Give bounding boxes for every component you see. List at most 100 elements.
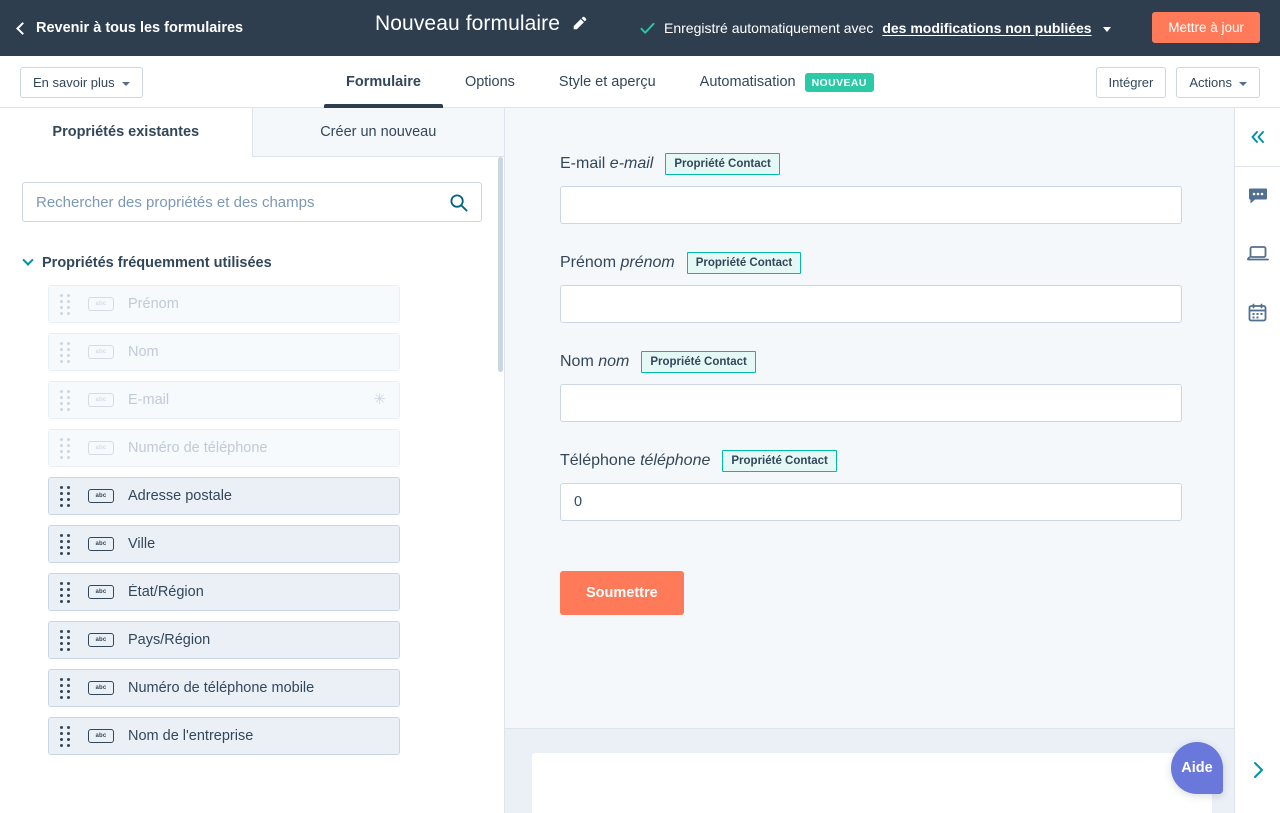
form-preview: E-mail e-mail Propriété Contact Prénom p… <box>505 108 1234 615</box>
property-item-numero-de-telephone: abc Numéro de téléphone <box>48 429 400 467</box>
main-area: Propriétés existantes Créer un nouveau P… <box>0 108 1280 813</box>
new-badge: NOUVEAU <box>805 73 874 92</box>
property-item-adresse-postale[interactable]: abc Adresse postale <box>48 477 400 515</box>
drag-handle-icon[interactable] <box>60 534 74 555</box>
email-field[interactable] <box>560 186 1182 224</box>
tab-options[interactable]: Options <box>443 56 537 108</box>
form-preview-canvas: E-mail e-mail Propriété Contact Prénom p… <box>505 108 1234 813</box>
firstname-field[interactable] <box>560 285 1182 323</box>
text-field-type-icon: abc <box>88 393 114 407</box>
property-item-prenom: abc Prénom <box>48 285 400 323</box>
panel-scrollbar[interactable] <box>498 157 503 372</box>
properties-panel: Propriétés existantes Créer un nouveau P… <box>0 108 505 813</box>
tab-creer-un-nouveau[interactable]: Créer un nouveau <box>252 108 505 157</box>
property-label: État/Région <box>128 584 204 600</box>
help-button[interactable]: Aide <box>1171 742 1223 794</box>
text-field-type-icon: abc <box>88 297 114 311</box>
nav-actions: Intégrer Actions <box>1096 67 1260 98</box>
text-field-type-icon: abc <box>88 729 114 743</box>
lastname-field[interactable] <box>560 384 1182 422</box>
field-label: Nom nom <box>560 353 629 371</box>
submit-button[interactable]: Soumettre <box>560 571 684 615</box>
drag-handle-icon <box>60 390 74 411</box>
property-list: abc Prénom abc Nom abc E-mail ✳ abc Numé… <box>0 271 504 755</box>
learn-more-label: En savoir plus <box>33 75 115 90</box>
property-item-nom: abc Nom <box>48 333 400 371</box>
property-item-nom-de-l-entreprise[interactable]: abc Nom de l'entreprise <box>48 717 400 755</box>
chevron-left-icon <box>16 22 29 35</box>
property-label: Ville <box>128 536 155 552</box>
learn-more-button[interactable]: En savoir plus <box>20 67 143 98</box>
right-rail <box>1234 108 1280 813</box>
tab-label: Options <box>465 74 515 90</box>
integrate-button[interactable]: Intégrer <box>1096 67 1167 98</box>
integrate-label: Intégrer <box>1109 75 1154 90</box>
search-box[interactable] <box>22 182 482 222</box>
panel-tab-label: Créer un nouveau <box>320 124 436 140</box>
tab-proprietes-existantes[interactable]: Propriétés existantes <box>0 108 252 157</box>
chevron-down-icon[interactable] <box>1103 27 1111 32</box>
field-label: Téléphone téléphone <box>560 452 710 470</box>
form-field-prenom: Prénom prénom Propriété Contact <box>560 252 1234 323</box>
form-title-group: Nouveau formulaire <box>375 12 587 36</box>
property-item-ville[interactable]: abc Ville <box>48 525 400 563</box>
chat-button[interactable] <box>1235 167 1280 225</box>
tab-automatisation[interactable]: Automatisation NOUVEAU <box>678 56 896 108</box>
tab-style-et-apercu[interactable]: Style et aperçu <box>537 56 678 108</box>
nav-tabs: Formulaire Options Style et aperçu Autom… <box>324 56 896 108</box>
field-label: E-mail e-mail <box>560 155 653 173</box>
phone-field[interactable] <box>560 483 1182 521</box>
contact-property-badge: Propriété Contact <box>687 252 802 274</box>
chevron-right-icon <box>1251 761 1265 779</box>
chevron-down-icon <box>1239 82 1247 86</box>
property-label: E-mail <box>128 392 169 408</box>
property-label: Nom de l'entreprise <box>128 728 253 744</box>
group-header-frequently-used[interactable]: Propriétés fréquemment utilisées <box>0 222 504 271</box>
footer-card <box>532 753 1212 813</box>
tab-formulaire[interactable]: Formulaire <box>324 56 443 108</box>
drag-handle-icon[interactable] <box>60 630 74 651</box>
unpublished-changes-link[interactable]: des modifications non publiées <box>882 20 1091 36</box>
property-item-pays-region[interactable]: abc Pays/Région <box>48 621 400 659</box>
actions-label: Actions <box>1189 75 1232 90</box>
contact-property-badge: Propriété Contact <box>722 450 837 472</box>
form-field-email: E-mail e-mail Propriété Contact <box>560 153 1234 224</box>
calendar-button[interactable] <box>1235 283 1280 341</box>
update-button[interactable]: Mettre à jour <box>1152 12 1260 43</box>
text-field-type-icon: abc <box>88 345 114 359</box>
drag-handle-icon[interactable] <box>60 582 74 603</box>
drag-handle-icon[interactable] <box>60 726 74 747</box>
property-label: Nom <box>128 344 159 360</box>
back-to-forms-link[interactable]: Revenir à tous les formulaires <box>18 20 243 36</box>
meetings-button[interactable] <box>1235 225 1280 283</box>
tab-label: Automatisation <box>700 74 796 90</box>
drag-handle-icon[interactable] <box>60 486 74 507</box>
meetings-laptop-icon <box>1247 245 1269 263</box>
back-to-forms-label: Revenir à tous les formulaires <box>36 20 243 36</box>
contact-property-badge: Propriété Contact <box>641 351 756 373</box>
collapse-panel-button[interactable] <box>1235 108 1280 166</box>
canvas-footer <box>505 728 1234 813</box>
autosave-label: Enregistré automatiquement avec <box>664 20 873 36</box>
panel-tabs: Propriétés existantes Créer un nouveau <box>0 108 504 157</box>
property-item-numero-de-telephone-mobile[interactable]: abc Numéro de téléphone mobile <box>48 669 400 707</box>
drag-handle-icon <box>60 342 74 363</box>
calendar-icon <box>1248 303 1267 322</box>
property-label: Numéro de téléphone <box>128 440 267 456</box>
drag-handle-icon[interactable] <box>60 678 74 699</box>
actions-button[interactable]: Actions <box>1176 67 1260 98</box>
text-field-type-icon: abc <box>88 441 114 455</box>
property-label: Numéro de téléphone mobile <box>128 680 314 696</box>
pencil-icon[interactable] <box>571 16 587 32</box>
panel-tab-label: Propriétés existantes <box>52 124 199 140</box>
search-input[interactable] <box>23 183 481 221</box>
search-icon[interactable] <box>449 193 468 212</box>
property-item-etat-region[interactable]: abc État/Région <box>48 573 400 611</box>
chevron-down-icon <box>22 255 33 266</box>
field-label-row: Téléphone téléphone Propriété Contact <box>560 450 1234 472</box>
text-field-type-icon: abc <box>88 681 114 695</box>
property-label: Prénom <box>128 296 179 312</box>
next-panel-button[interactable] <box>1235 755 1280 785</box>
tab-label: Formulaire <box>346 74 421 90</box>
tab-label: Style et aperçu <box>559 74 656 90</box>
